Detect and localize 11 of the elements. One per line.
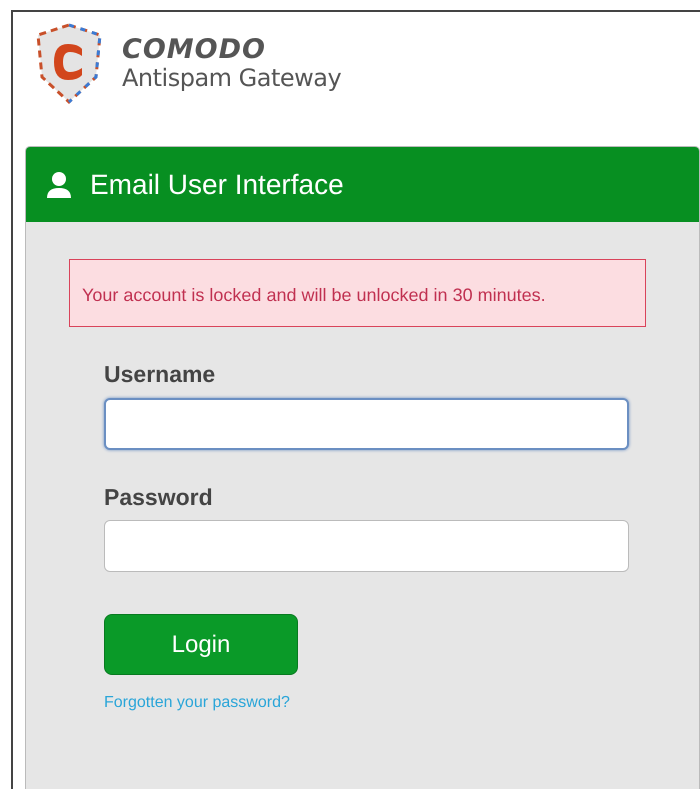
input-field[interactable]	[104, 520, 629, 572]
field-label: Username	[104, 360, 216, 390]
input-field[interactable]	[104, 398, 629, 450]
login-button[interactable]: Login	[104, 614, 298, 676]
error-alert: Your account is locked and will be unlocked in 30 minutes.	[69, 259, 646, 328]
brand-name: COMODO	[122, 34, 267, 64]
product-name: Antispam Gateway	[122, 64, 342, 94]
panel-title: Email User Interface	[90, 168, 344, 202]
forgot-password-link[interactable]: Forgotten your password?	[104, 691, 290, 716]
user-icon	[46, 170, 72, 198]
field-label: Password	[104, 482, 214, 512]
